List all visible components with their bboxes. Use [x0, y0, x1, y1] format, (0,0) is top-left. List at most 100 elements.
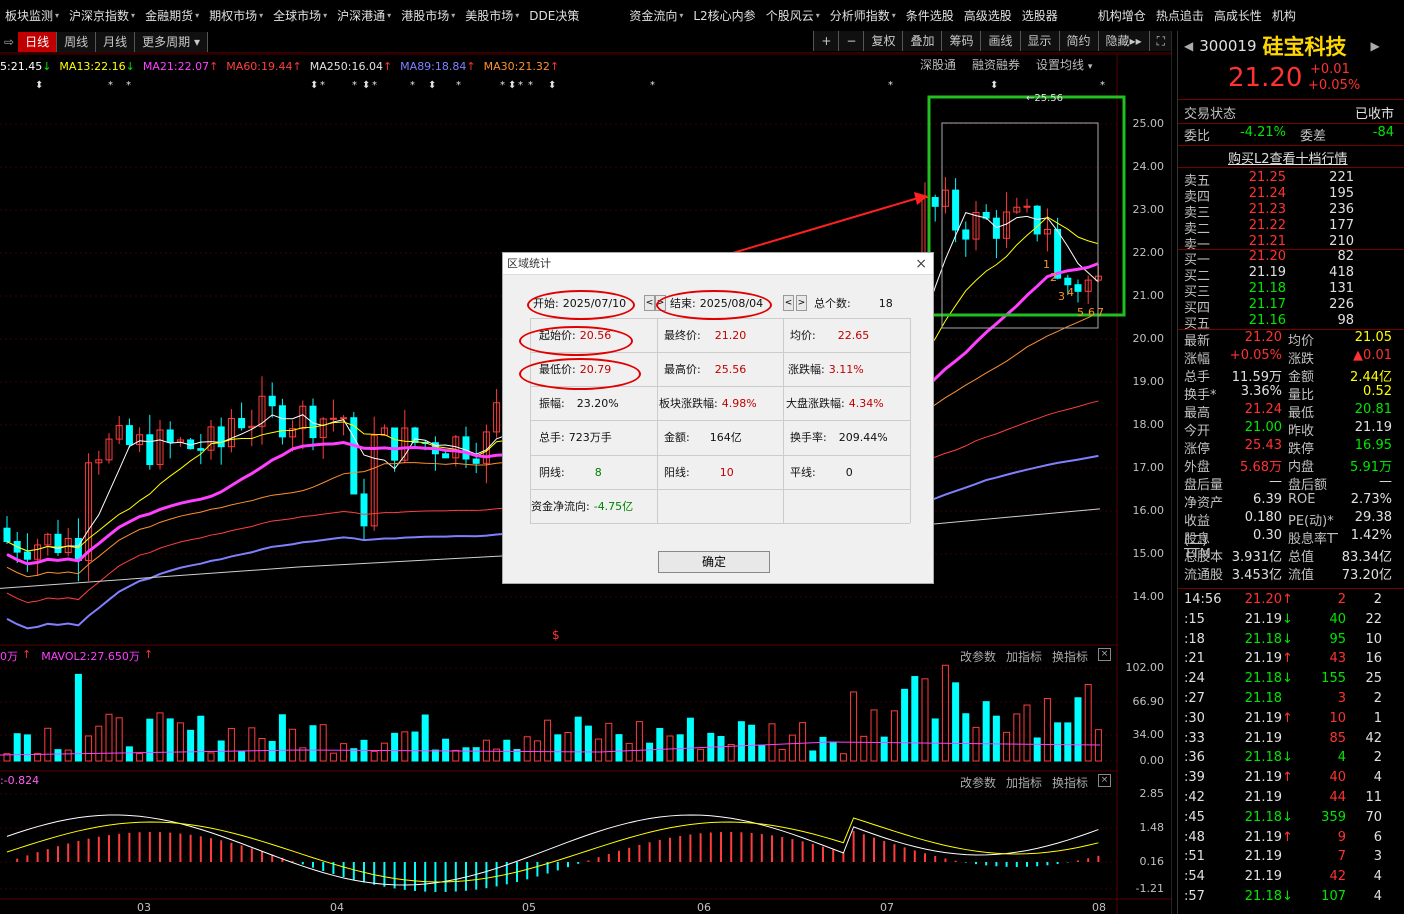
tick-volume: 44: [1329, 790, 1346, 805]
event-marker[interactable]: ⬍: [508, 80, 516, 91]
add-indicator-button[interactable]: 加指标: [1006, 648, 1042, 665]
event-marker[interactable]: *: [500, 80, 505, 91]
flat-count-value: 0: [845, 466, 853, 479]
menu-item[interactable]: 港股市场 ▾: [396, 7, 460, 24]
toolbar-left-icon[interactable]: ⇨: [0, 31, 19, 52]
menu-item[interactable]: 选股器: [1017, 7, 1063, 24]
event-marker[interactable]: ⬍: [428, 80, 436, 91]
sz-connect-link[interactable]: 深股通: [920, 56, 956, 73]
ok-button[interactable]: 确定: [658, 551, 770, 573]
menu-item-label: 机构: [1271, 8, 1296, 23]
event-marker[interactable]: *: [518, 80, 523, 91]
event-marker[interactable]: ⬍: [35, 80, 43, 91]
tick-direction-icon: ↓: [1282, 809, 1293, 825]
tick-row: :21 21.19 ↑ 43 16: [1184, 651, 1394, 669]
total-count-value: 18: [878, 297, 893, 310]
event-marker[interactable]: ⬍: [362, 80, 370, 91]
menu-item[interactable]: 条件选股: [901, 7, 959, 24]
simple-button[interactable]: 简约: [1058, 31, 1098, 51]
close-icon[interactable]: ×: [915, 253, 927, 275]
date-tick: 03: [137, 901, 151, 914]
next-stock-icon[interactable]: ▶: [1371, 39, 1380, 53]
tick-time: :48: [1184, 829, 1205, 845]
add-indicator-button[interactable]: 加指标: [1006, 774, 1042, 791]
stat-label: 盘后额: [1288, 478, 1328, 492]
menu-item[interactable]: 机构增仓: [1093, 7, 1151, 24]
high-price-label: 最高价:: [664, 363, 701, 376]
period-monthly-tab[interactable]: 月线: [96, 31, 136, 52]
menu-item[interactable]: 美股市场 ▾: [460, 7, 524, 24]
fullscreen-icon[interactable]: ⛶: [1148, 31, 1172, 51]
close-icon[interactable]: ×: [1098, 774, 1112, 787]
menu-item[interactable]: 热点追击: [1151, 7, 1209, 24]
zoom-out-button[interactable]: −: [838, 31, 864, 51]
event-marker[interactable]: *: [528, 80, 533, 91]
tick-row: :33 21.19 85 42: [1184, 731, 1394, 749]
stat-label: 收益(二): [1184, 514, 1211, 548]
menu-item[interactable]: 板块监测 ▾: [0, 7, 64, 24]
draw-button[interactable]: 画线: [980, 31, 1020, 51]
period-daily-tab[interactable]: 日线: [18, 31, 58, 52]
prev-end-button[interactable]: <: [783, 295, 794, 311]
event-marker[interactable]: *: [1100, 80, 1105, 91]
turnover: 换手率: 209.44%: [790, 421, 888, 455]
prev-stock-icon[interactable]: ◀: [1184, 39, 1193, 53]
menu-item[interactable]: 高成长性: [1209, 7, 1267, 24]
stat-value: 0.30: [1253, 528, 1282, 543]
ma-value: MA89:18.84: [400, 59, 467, 73]
menu-item[interactable]: 资金流向 ▾: [624, 7, 688, 24]
tick-volume: 359: [1321, 809, 1346, 825]
display-button[interactable]: 显示: [1019, 31, 1059, 51]
menu-item[interactable]: 分析师指数 ▾: [825, 7, 901, 24]
period-weekly-tab[interactable]: 周线: [57, 31, 97, 52]
menu-item[interactable]: L2核心内参: [688, 7, 760, 24]
menu-item[interactable]: 沪深港通 ▾: [332, 7, 396, 24]
prev-start-button[interactable]: <: [644, 295, 655, 311]
overlay-button[interactable]: 叠加: [902, 31, 942, 51]
close-icon[interactable]: ×: [1098, 648, 1112, 661]
chevron-down-icon: ▾: [1087, 62, 1093, 72]
menu-item[interactable]: DDE决策: [524, 7, 584, 24]
event-marker[interactable]: ⬍: [990, 80, 998, 91]
event-marker[interactable]: ⬍: [310, 80, 318, 91]
event-marker[interactable]: *: [372, 80, 377, 91]
margin-link[interactable]: 融资融券: [972, 56, 1020, 73]
period-more-dropdown[interactable]: 更多周期 ▾: [135, 31, 208, 52]
change-params-button[interactable]: 改参数: [960, 774, 996, 791]
event-marker[interactable]: *: [108, 80, 113, 91]
tick-volume: 95: [1329, 631, 1346, 647]
stat-label: 涨跌: [1288, 352, 1315, 366]
zoom-in-button[interactable]: +: [813, 31, 839, 51]
event-marker[interactable]: *: [888, 80, 893, 91]
next-end-button[interactable]: >: [796, 295, 807, 311]
chips-button[interactable]: 筹码: [941, 31, 981, 51]
event-marker[interactable]: *: [352, 80, 357, 91]
yin-count: 阴线: 8: [539, 456, 602, 490]
ma-legend: 5:21.45↓ MA13:22.16↓ MA21:22.07↑ MA60:19.44…: [0, 56, 559, 76]
change-params-button[interactable]: 改参数: [960, 648, 996, 665]
event-marker[interactable]: *: [320, 80, 325, 91]
adjust-button[interactable]: 复权: [863, 31, 903, 51]
arrow-icon: ↑: [549, 59, 560, 73]
tick-time: :36: [1184, 750, 1205, 766]
menu-item[interactable]: 个股风云 ▾: [761, 7, 825, 24]
set-ma-link[interactable]: 设置均线 ▾: [1036, 56, 1092, 73]
tick-price: 21.18: [1244, 750, 1282, 766]
menu-item[interactable]: 金融期货 ▾: [140, 7, 204, 24]
stat-label: 涨停: [1184, 442, 1211, 457]
hide-button[interactable]: 隐藏▸▸: [1097, 31, 1149, 51]
event-marker[interactable]: *: [456, 80, 461, 91]
l2-link[interactable]: 购买L2查看十档行情: [1228, 148, 1348, 167]
event-marker[interactable]: ⬍: [548, 80, 556, 91]
menu-item[interactable]: 机构: [1267, 7, 1301, 24]
event-marker[interactable]: *: [126, 80, 131, 91]
event-marker[interactable]: *: [650, 80, 655, 91]
tick-time: :51: [1184, 849, 1205, 865]
switch-indicator-button[interactable]: 换指标: [1052, 648, 1088, 665]
menu-item[interactable]: 高级选股: [959, 7, 1017, 24]
event-marker[interactable]: *: [410, 80, 415, 91]
switch-indicator-button[interactable]: 换指标: [1052, 774, 1088, 791]
menu-item[interactable]: 期权市场 ▾: [204, 7, 268, 24]
menu-item[interactable]: 全球市场 ▾: [268, 7, 332, 24]
menu-item[interactable]: 沪深京指数 ▾: [64, 7, 140, 24]
